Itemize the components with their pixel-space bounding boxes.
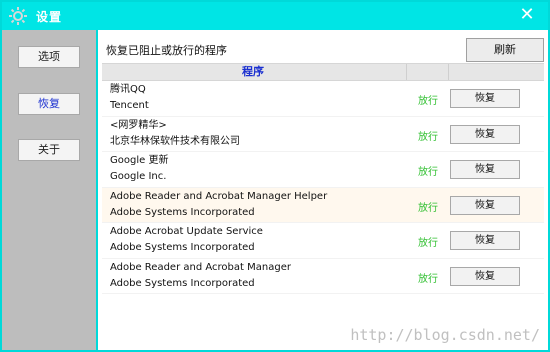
status-label: 放行 — [418, 238, 438, 249]
table-row: 腾讯QQ Tencent 放行 恢复 — [102, 81, 544, 117]
program-table: 程序 腾讯QQ Tencent 放行 恢复 <网罗精华> 北京华林保软件技术有限… — [102, 63, 544, 294]
watermark: http://blog.csdn.net/ — [350, 326, 540, 344]
gear-icon — [8, 6, 28, 26]
program-publisher: Adobe Systems Incorporated — [110, 242, 255, 253]
window-title: 设置 — [36, 10, 63, 24]
restore-button[interactable]: 恢复 — [450, 195, 520, 215]
panel-heading: 恢复已阻止或放行的程序 — [106, 44, 227, 57]
program-name: Google 更新 — [110, 155, 169, 166]
status-label: 放行 — [418, 273, 438, 285]
restore-panel: 恢复已阻止或放行的程序 刷新 程序 腾讯QQ Tencent 放行 恢复 <网罗… — [96, 30, 548, 350]
column-divider — [448, 64, 449, 80]
program-publisher: Tencent — [110, 100, 149, 111]
program-name: <网罗精华> — [110, 119, 167, 131]
restore-button[interactable]: 恢复 — [450, 266, 520, 286]
table-row: Adobe Reader and Acrobat Manager Helper … — [102, 187, 544, 223]
program-publisher: Adobe Systems Incorporated — [110, 206, 255, 218]
program-publisher: Google Inc. — [110, 171, 167, 182]
program-publisher: 北京华林保软件技术有限公司 — [110, 135, 240, 147]
close-icon[interactable]: ✕ — [516, 4, 538, 26]
status-label: 放行 — [418, 96, 438, 107]
refresh-button[interactable]: 刷新 — [466, 38, 544, 62]
table-header: 程序 — [102, 63, 544, 81]
table-row: Google 更新 Google Inc. 放行 恢复 — [102, 152, 544, 188]
table-row: <网罗精华> 北京华林保软件技术有限公司 放行 恢复 — [102, 117, 544, 152]
restore-button[interactable]: 恢复 — [450, 89, 520, 108]
sidebar-item-options[interactable]: 选项 — [18, 46, 80, 68]
program-name: Adobe Reader and Acrobat Manager Helper — [110, 190, 328, 202]
sidebar: 选项 恢复 关于 — [2, 30, 96, 350]
title-bar[interactable]: 设置 ✕ — [2, 2, 548, 30]
restore-button[interactable]: 恢复 — [450, 124, 520, 144]
status-label: 放行 — [418, 167, 438, 178]
status-label: 放行 — [418, 202, 438, 214]
program-name: Adobe Reader and Acrobat Manager — [110, 261, 291, 273]
sidebar-item-about[interactable]: 关于 — [18, 139, 80, 161]
program-name: Adobe Acrobat Update Service — [110, 226, 263, 237]
restore-button[interactable]: 恢复 — [450, 231, 520, 250]
column-divider — [406, 64, 407, 80]
sidebar-item-restore[interactable]: 恢复 — [18, 93, 80, 115]
program-name: 腾讯QQ — [110, 84, 146, 95]
column-header-program[interactable]: 程序 — [242, 64, 264, 80]
restore-button[interactable]: 恢复 — [450, 160, 520, 179]
status-label: 放行 — [418, 131, 438, 143]
settings-window: 设置 ✕ 选项 恢复 关于 恢复已阻止或放行的程序 刷新 程序 腾讯QQ Ten… — [0, 0, 550, 352]
program-publisher: Adobe Systems Incorporated — [110, 277, 255, 289]
table-row: Adobe Acrobat Update Service Adobe Syste… — [102, 223, 544, 259]
table-row: Adobe Reader and Acrobat Manager Adobe S… — [102, 259, 544, 294]
